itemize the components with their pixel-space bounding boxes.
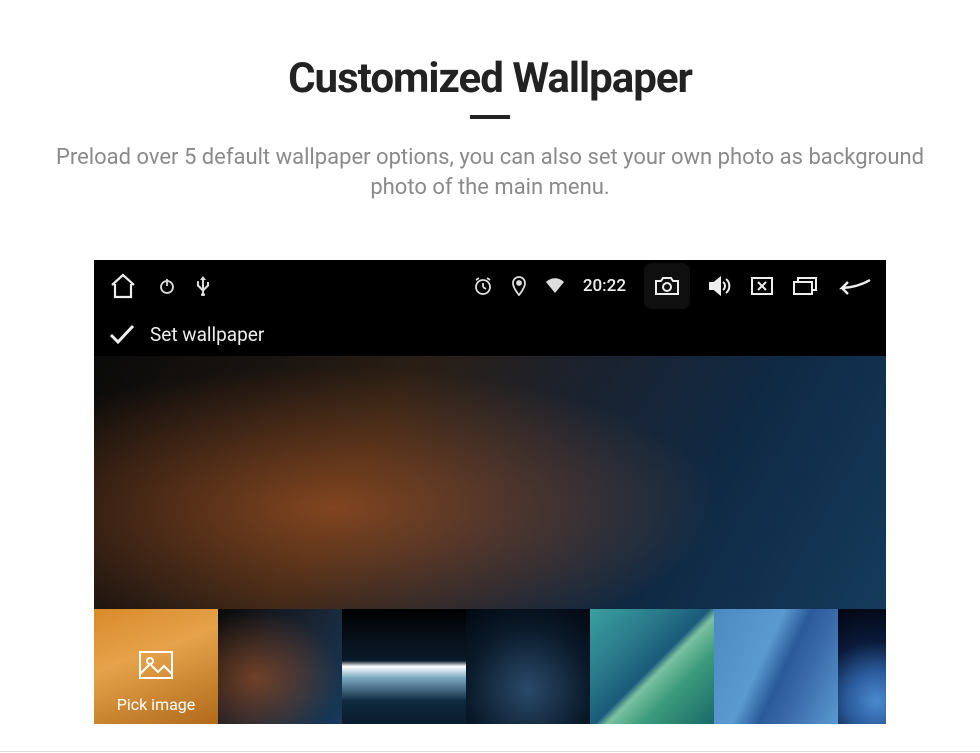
screenshot-button[interactable] [644,263,690,309]
pick-image-button[interactable]: Pick image [94,609,218,724]
system-nav-bar: 20:22 [94,260,886,312]
camera-icon [654,275,680,297]
divider [0,751,980,752]
title-underline [470,115,510,119]
wallpaper-thumb-3[interactable] [466,609,590,724]
pick-image-label: Pick image [94,695,218,714]
back-icon[interactable] [836,276,872,296]
wallpaper-thumb-5[interactable] [714,609,838,724]
location-icon[interactable] [511,276,527,296]
page-description: Preload over 5 default wallpaper options… [36,143,944,202]
usb-icon[interactable] [196,276,210,296]
recent-apps-icon[interactable] [792,276,818,296]
power-icon[interactable] [158,277,176,295]
volume-icon[interactable] [708,275,732,297]
wallpaper-thumb-1[interactable] [218,609,342,724]
wallpaper-preview[interactable] [94,356,886,609]
device-screenshot: 20:22 [94,260,886,724]
page-title: Customized Wallpaper [0,54,980,103]
close-window-icon[interactable] [750,276,774,296]
screen-title-row: Set wallpaper [94,312,886,356]
home-icon[interactable] [108,272,138,300]
image-icon [138,650,174,684]
screen-title: Set wallpaper [150,323,264,346]
wallpaper-thumbnail-row[interactable]: Pick image [94,609,886,724]
wallpaper-thumb-4[interactable] [590,609,714,724]
wallpaper-thumb-2[interactable] [342,609,466,724]
alarm-icon[interactable] [473,276,493,296]
clock-time: 20:22 [583,276,626,296]
wallpaper-thumb-6[interactable] [838,609,886,724]
wifi-icon[interactable] [545,278,565,294]
check-icon[interactable] [108,323,136,345]
